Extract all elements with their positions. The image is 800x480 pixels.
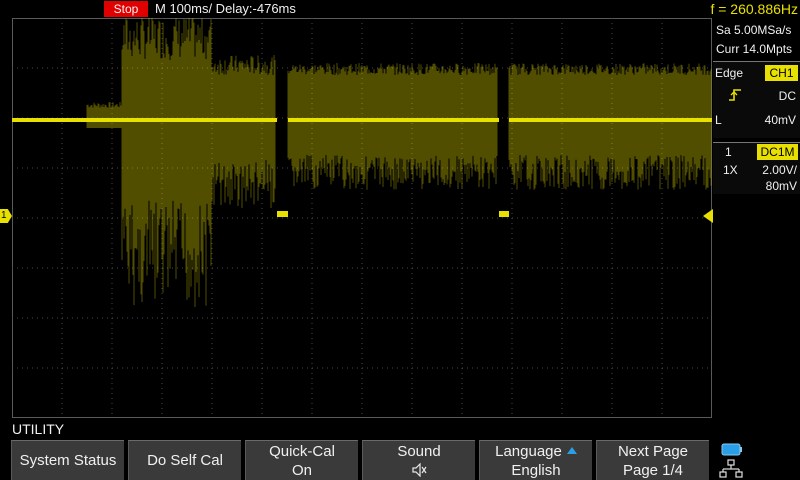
memory-depth: Curr 14.0Mpts — [716, 42, 793, 56]
trigger-coupling: DC — [778, 89, 796, 103]
do-self-cal-button[interactable]: Do Self Cal — [128, 440, 241, 480]
menu-title: UTILITY — [12, 421, 65, 437]
softkey-label: Next Page — [617, 442, 689, 460]
trigger-info-box[interactable]: Edge CH1 DC L 40mV — [713, 61, 800, 138]
trigger-mode: Edge — [715, 66, 744, 80]
softkey-label: Do Self Cal — [147, 452, 223, 469]
channel-marker-label: 1 — [1, 210, 7, 221]
knob-select-icon — [566, 446, 577, 454]
trigger-source: CH1 — [765, 65, 798, 81]
softkey-label: System Status — [19, 452, 117, 469]
channel-1-offset-marker[interactable]: 1 — [0, 209, 12, 223]
run-stop-badge[interactable]: Stop — [104, 1, 148, 17]
waveform-display — [12, 18, 712, 418]
channel-number: 1 — [725, 145, 732, 159]
system-status-button[interactable]: System Status — [11, 440, 124, 480]
frequency-counter: f = 260.886Hz — [710, 1, 798, 17]
trigger-level-value: 40mV — [764, 113, 796, 127]
softkey-label: Quick-Cal — [269, 442, 335, 460]
sound-button[interactable]: Sound — [362, 440, 475, 480]
softkey-label: Sound — [397, 442, 441, 460]
softkey-value: English — [511, 461, 561, 479]
side-info-panel: Sa 5.00MSa/s Curr 14.0Mpts Edge CH1 DC L… — [713, 18, 800, 418]
channel-coupling-impedance: DC1M — [757, 144, 798, 160]
timebase-readout: M 100ms/ Delay:-476ms — [155, 1, 296, 16]
vertical-offset: 80mV — [765, 179, 797, 193]
language-button[interactable]: Language English — [479, 440, 592, 480]
battery-icon — [721, 443, 742, 456]
probe-ratio: 1X — [723, 163, 738, 177]
quick-cal-button[interactable]: Quick-Cal On — [245, 440, 358, 480]
network-icon — [719, 459, 743, 478]
waveform-dropout — [499, 211, 509, 217]
sample-rate: Sa 5.00MSa/s — [716, 23, 792, 37]
channel-1-info-box[interactable]: 1 DC1M 1X 2.00V/ 80mV — [713, 142, 800, 194]
waveform-dropout — [277, 211, 288, 217]
softkey-label: Language — [495, 442, 562, 460]
trigger-level-label: L — [715, 113, 722, 127]
status-icons — [719, 443, 743, 478]
softkey-value: Page 1/4 — [622, 461, 684, 479]
top-status-bar: Stop M 100ms/ Delay:-476ms f = 260.886Hz — [0, 0, 800, 18]
speaker-icon — [363, 461, 475, 480]
softkey-value: On — [291, 461, 312, 479]
rising-edge-icon — [729, 89, 741, 101]
softkey-bar: System Status Do Self Cal Quick-Cal On S… — [0, 438, 800, 480]
next-page-button[interactable]: Next Page Page 1/4 — [596, 440, 709, 480]
